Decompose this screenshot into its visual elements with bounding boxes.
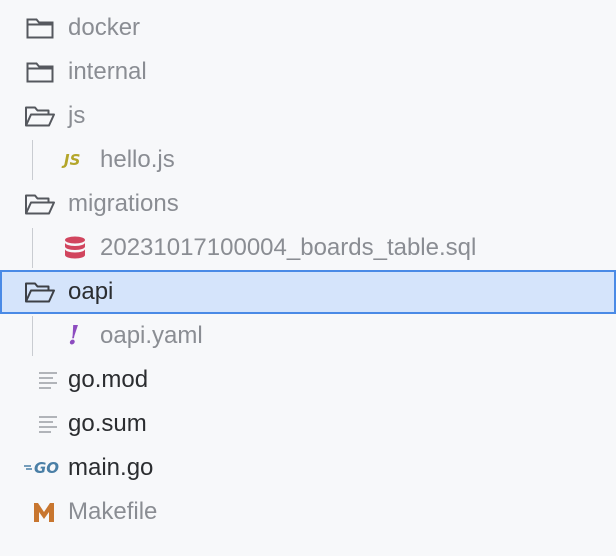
folder-icon: [26, 16, 54, 40]
tree-item-go-sum[interactable]: go.sum: [0, 402, 616, 446]
folder-icon: [26, 60, 54, 84]
tree-item-hello-js[interactable]: JS hello.js: [0, 138, 616, 182]
javascript-file-icon: JS: [64, 151, 81, 169]
tree-item-docker[interactable]: docker: [0, 6, 616, 50]
tree-item-label: hello.js: [100, 146, 175, 173]
tree-item-js[interactable]: js: [0, 94, 616, 138]
tree-item-label: js: [68, 102, 86, 129]
yaml-file-icon: !: [68, 321, 80, 351]
go-file-icon: GO: [24, 459, 59, 477]
database-icon: [64, 236, 86, 260]
makefile-icon: [32, 501, 56, 523]
tree-item-label: Makefile: [68, 498, 158, 525]
tree-item-go-mod[interactable]: go.mod: [0, 358, 616, 402]
text-file-icon: [38, 370, 58, 390]
tree-item-label: go.sum: [68, 410, 147, 437]
folder-open-icon: [24, 280, 56, 304]
tree-item-label: oapi.yaml: [100, 322, 203, 349]
tree-item-migrations[interactable]: migrations: [0, 182, 616, 226]
tree-item-oapi-yaml[interactable]: ! oapi.yaml: [0, 314, 616, 358]
go-badge: GO: [34, 459, 60, 477]
text-file-icon: [38, 414, 58, 434]
tree-item-label: internal: [68, 58, 147, 85]
tree-item-makefile[interactable]: Makefile: [0, 490, 616, 534]
tree-item-internal[interactable]: internal: [0, 50, 616, 94]
folder-open-icon: [24, 104, 56, 128]
tree-item-label: docker: [68, 14, 141, 41]
tree-item-label: main.go: [68, 454, 154, 481]
tree-item-oapi[interactable]: oapi: [0, 270, 616, 314]
project-tree: docker internal js JS hello.js migration…: [0, 0, 616, 556]
tree-item-main-go[interactable]: GO main.go: [0, 446, 616, 490]
tree-item-label: oapi: [68, 278, 114, 305]
folder-open-icon: [24, 192, 56, 216]
tree-item-sql-file[interactable]: 20231017100004_boards_table.sql: [0, 226, 616, 270]
tree-item-label: go.mod: [68, 366, 149, 393]
tree-item-label: migrations: [68, 190, 179, 217]
tree-item-label: 20231017100004_boards_table.sql: [100, 234, 477, 261]
